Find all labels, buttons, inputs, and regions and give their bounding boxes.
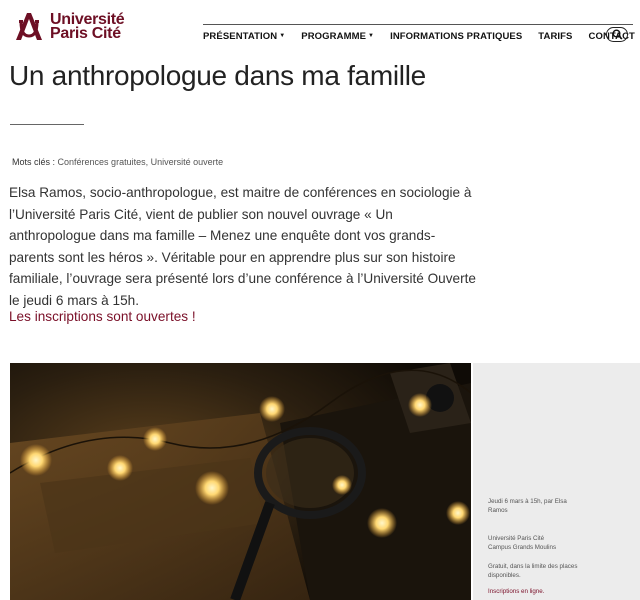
registration-open-link[interactable]: Les inscriptions sont ouvertes ! [9,309,196,324]
event-place-line-1: Université Paris Cité [488,535,545,542]
nav-item-label: PROGRAMME [301,30,367,42]
nav-item-label: TARIFS [538,30,573,42]
keywords-label: Mots clés : [12,157,56,167]
event-photo [10,363,471,600]
event-photo-illustration [10,363,471,600]
nav-divider [203,24,633,25]
event-date: Jeudi 6 mars à 15h, par Elsa Ramos [488,498,567,514]
main-nav: PRÉSENTATION ▼ PROGRAMME ▼ INFORMATIONS PR… [203,30,640,42]
nav-item-presentation[interactable]: PRÉSENTATION ▼ [203,31,285,42]
keywords: Mots clés : Conférences gratuites, Unive… [12,157,223,167]
event-place: Université Paris Cité Campus Grands Moul… [488,535,588,552]
nav-item-label: INFORMATIONS PRATIQUES [390,30,523,42]
university-logo-icon [16,13,42,40]
nav-item-label: PRÉSENTATION [203,30,278,42]
logo-wordmark: Université Paris Cité [50,12,125,42]
nav-item-informations-pratiques[interactable]: INFORMATIONS PRATIQUES [390,31,522,42]
caret-down-icon: ▼ [368,32,375,39]
event-info-sidebar: Jeudi 6 mars à 15h, par Elsa Ramos Unive… [473,363,640,600]
article-intro: Elsa Ramos, socio-anthropologue, est mai… [9,185,476,308]
caret-down-icon: ▼ [279,32,286,39]
event-price-info: Gratuit, dans la limite des places dispo… [488,563,578,579]
site-header: Université Paris Cité PRÉSENTATION ▼ PROG… [0,0,640,50]
search-icon [612,29,622,40]
site-logo[interactable]: Université Paris Cité [12,10,125,44]
nav-item-programme[interactable]: PROGRAMME ▼ [301,31,374,42]
title-divider [10,124,84,125]
event-place-line-2: Campus Grands Moulins [488,543,557,551]
logo-line-2: Paris Cité [50,25,121,42]
nav-item-tarifs[interactable]: TARIFS [538,31,572,42]
page-title: Un anthropologue dans ma famille [9,60,426,91]
keywords-links[interactable]: Conférences gratuites, Université ouvert… [58,157,224,167]
online-registration-link[interactable]: Inscriptions en ligne. [488,588,544,595]
search-button[interactable] [606,27,628,42]
